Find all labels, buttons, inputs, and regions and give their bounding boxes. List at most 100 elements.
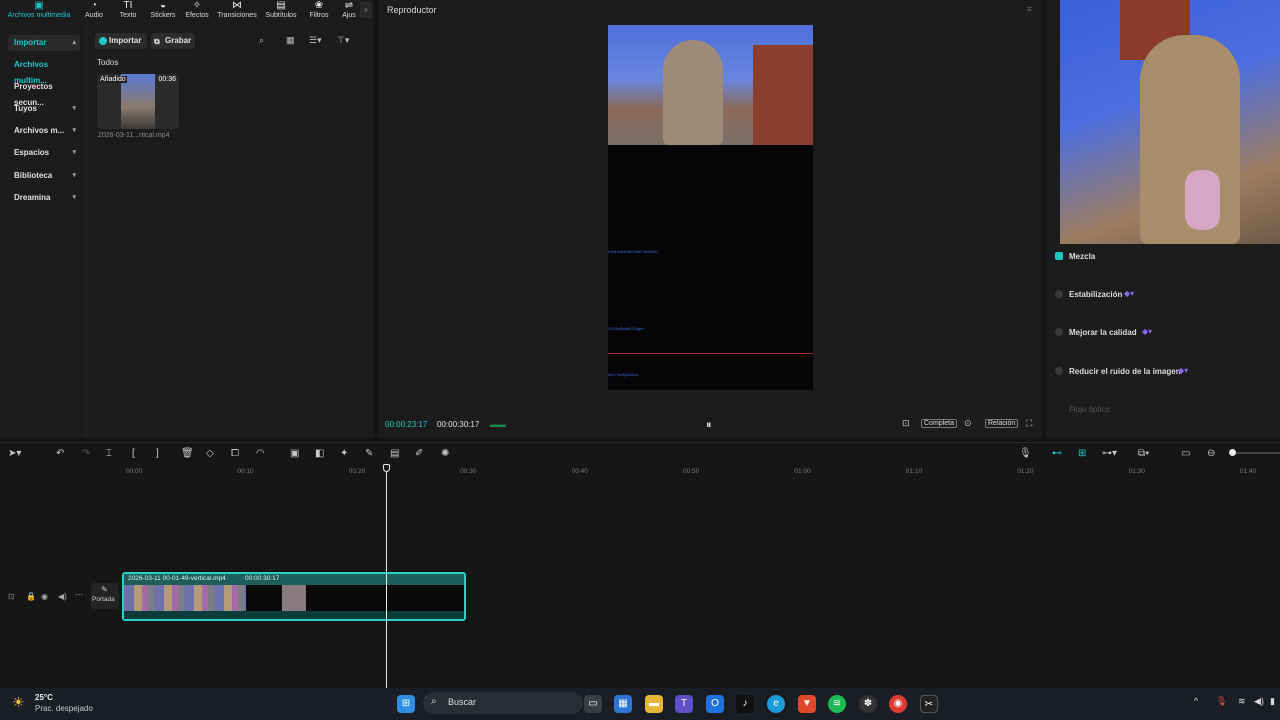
toggle-reducir-ruido[interactable] xyxy=(1055,367,1063,375)
freeze-icon[interactable]: ▣ xyxy=(290,448,299,459)
marker-icon[interactable]: ◇ xyxy=(206,448,214,459)
teams-icon[interactable]: T xyxy=(675,695,693,713)
tab-ajustes[interactable]: ⇌ Ajus xyxy=(339,0,359,22)
media-sidebar: Importar ▴ Archivos multim... Proyectos s… xyxy=(0,22,86,438)
ai-icon[interactable]: ✦ xyxy=(340,448,348,459)
effect-icon[interactable]: ✺ xyxy=(441,448,449,459)
speed-icon[interactable]: ◠ xyxy=(256,448,265,459)
filter-icon[interactable]: ⊤▾ xyxy=(337,35,349,46)
windows-start-icon[interactable]: ⊞ xyxy=(397,695,415,713)
caption-icon[interactable]: ▭ xyxy=(1181,448,1190,459)
premium-icon: ◆▾ xyxy=(1142,327,1153,336)
chevron-up-icon: ▴ xyxy=(72,39,76,46)
subtitle-icon[interactable]: ▤ xyxy=(390,448,399,459)
delete-icon[interactable]: 🗑 xyxy=(181,448,194,459)
chevron-up-icon[interactable]: ^ xyxy=(1194,696,1198,706)
menu-icon[interactable]: ≡ xyxy=(1027,4,1032,14)
split-right-icon[interactable]: ] xyxy=(156,448,159,459)
zoom-slider-handle[interactable] xyxy=(1229,449,1236,456)
split-left-icon[interactable]: [ xyxy=(132,448,135,459)
sidebar-item-espacios[interactable]: Espacios ▾ xyxy=(8,145,80,161)
microphone-icon[interactable]: 🎙 xyxy=(1019,448,1032,459)
toolbar-scroll-right-icon[interactable]: › xyxy=(360,2,372,18)
more-icon[interactable]: ⋯ xyxy=(75,590,83,599)
fit-icon[interactable]: ⊙ xyxy=(964,418,972,429)
checkbox-mezcla[interactable] xyxy=(1055,252,1063,260)
outlook-icon[interactable]: O xyxy=(706,695,724,713)
playhead-handle[interactable] xyxy=(383,464,390,472)
spotify-icon[interactable]: ≋ xyxy=(828,695,846,713)
premium-icon: ◆▾ xyxy=(1124,289,1135,298)
magic-icon[interactable]: ✎ xyxy=(365,448,373,459)
snap-icon[interactable]: ⊶▾ xyxy=(1102,448,1117,459)
record-button[interactable]: ⧉ Grabar xyxy=(151,33,195,49)
chatgpt-icon[interactable]: ✽ xyxy=(859,695,877,713)
edge-icon[interactable]: e xyxy=(767,695,785,713)
taskbar-search[interactable]: ⌕ Buscar xyxy=(423,692,583,714)
sidebar-item-proyectos[interactable]: Proyectos secun... xyxy=(8,79,80,107)
sidebar-item-biblioteca[interactable]: Biblioteca ▾ xyxy=(8,168,80,184)
media-clip-card[interactable]: Añadido 00:36 xyxy=(97,74,179,129)
select-tool-icon[interactable]: ➤▾ xyxy=(8,448,21,459)
wifi-icon[interactable]: ≋ xyxy=(1238,696,1246,707)
brave-icon[interactable]: ▼ xyxy=(798,695,816,713)
zoom-out-icon[interactable]: ⊖ xyxy=(1207,448,1215,459)
sidebar-item-dreamina[interactable]: Dreamina ▾ xyxy=(8,190,80,206)
battery-icon[interactable]: ▮ xyxy=(1270,696,1275,707)
chrome-icon[interactable]: ◉ xyxy=(889,695,907,713)
pause-button[interactable]: ⏸ xyxy=(706,419,712,432)
magnet-icon[interactable]: ⊞ xyxy=(1078,448,1086,459)
sidebar-item-archivos-multimedia[interactable]: Archivos multim... xyxy=(8,57,80,85)
volume-icon[interactable]: ◀) xyxy=(58,592,67,601)
tiktok-icon[interactable]: ♪ xyxy=(736,695,754,713)
chevron-down-icon: ▾ xyxy=(72,194,76,201)
lock-icon[interactable]: 🔒 xyxy=(26,592,36,601)
zoom-slider[interactable] xyxy=(1232,452,1280,454)
crop-icon[interactable]: ⊡ xyxy=(902,418,910,429)
tab-transiciones[interactable]: ⋈ Transiciones xyxy=(216,0,258,22)
timeline-panel xyxy=(0,442,1280,688)
search-icon[interactable]: ⌕ xyxy=(259,35,264,46)
tab-audio[interactable]: ◔ Audio xyxy=(82,0,106,22)
edit-icon[interactable]: ✐ xyxy=(415,448,423,459)
tab-efectos[interactable]: ✧ Efectos xyxy=(183,0,211,22)
sidebar-item-importar[interactable]: Importar ▴ xyxy=(8,35,80,51)
timeline-clip[interactable]: 2026-03-11 00-01-49-vertical.mp4 00:00:3… xyxy=(122,572,466,621)
volume-icon[interactable]: ◀) xyxy=(1254,696,1264,707)
capcut-icon[interactable]: ✂ xyxy=(920,695,938,713)
tab-texto[interactable]: TI Texto xyxy=(116,0,140,22)
adjust-icon: ⇌ xyxy=(344,0,354,11)
microphone-icon[interactable]: 🎙 xyxy=(1216,696,1227,707)
toggle-mejorar-calidad[interactable] xyxy=(1055,328,1063,336)
overlay-text-3: ntry7mo8j33z2v4 xyxy=(608,372,639,377)
grid-view-icon[interactable]: ▦ xyxy=(286,35,295,46)
full-quality-button[interactable]: Completa xyxy=(921,419,957,428)
sort-icon[interactable]: ☰▾ xyxy=(309,35,322,46)
mirror-icon[interactable]: ◧ xyxy=(315,448,324,459)
split-icon[interactable]: ⌶ xyxy=(106,448,112,459)
redo-icon[interactable]: ↷ xyxy=(82,448,90,459)
task-view-icon[interactable]: ▭ xyxy=(584,695,602,713)
playhead[interactable] xyxy=(386,470,387,688)
visibility-icon[interactable]: ◉ xyxy=(41,592,48,601)
store-icon[interactable]: ▦ xyxy=(614,695,632,713)
link-icon[interactable]: ⊷ xyxy=(1052,448,1062,459)
sidebar-item-tuyos[interactable]: Tuyos ▾ xyxy=(8,101,80,117)
tab-subtitulos[interactable]: ▤ Subtítulos xyxy=(263,0,299,22)
ratio-button[interactable]: Relación xyxy=(985,419,1019,428)
crop-icon[interactable]: ⧠ xyxy=(231,448,239,459)
fullscreen-icon[interactable]: ⛶ xyxy=(1026,418,1032,429)
video-preview[interactable]: e3a19d6f0ab09b8f7fb2d6b1 2d7f3e8baf6f42n… xyxy=(608,25,813,390)
weather-icon[interactable]: ☀ xyxy=(12,694,25,711)
tab-stickers[interactable]: ◒ Stickers xyxy=(148,0,178,22)
preview-axis-icon[interactable]: ⧉▾ xyxy=(1138,448,1149,459)
file-explorer-icon[interactable]: ▬ xyxy=(645,695,663,713)
sidebar-item-archivos-m[interactable]: Archivos m... ▾ xyxy=(8,123,80,139)
tab-filtros[interactable]: ❀ Filtros xyxy=(306,0,332,22)
cover-button[interactable]: ✎ Portada xyxy=(91,583,119,609)
tab-archivos-multimedia[interactable]: ▣ Archivos multimedia xyxy=(4,0,74,22)
import-button[interactable]: Importar xyxy=(95,33,147,49)
track-toggle-icon[interactable]: ⊡ xyxy=(8,592,15,601)
undo-icon[interactable]: ↶ xyxy=(56,448,64,459)
toggle-estabilizacion[interactable] xyxy=(1055,290,1063,298)
